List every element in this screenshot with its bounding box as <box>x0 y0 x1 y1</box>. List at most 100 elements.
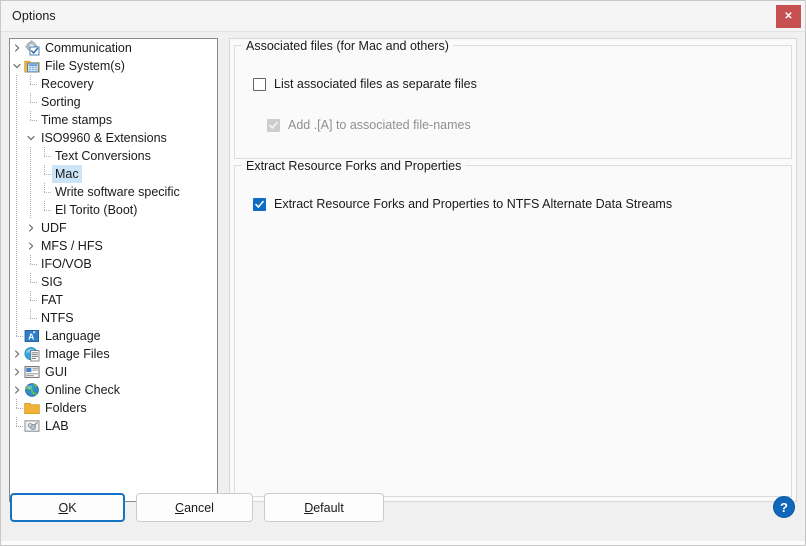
chevron-down-icon[interactable] <box>10 57 24 75</box>
tree-item-label: IFO/VOB <box>41 257 92 271</box>
tree-item-recovery[interactable]: Recovery <box>10 75 217 93</box>
tree-indent-guide <box>10 219 24 237</box>
settings-tree[interactable]: Communication File System(s) Recovery Sorti… <box>9 38 218 502</box>
tree-item-label: ISO9960 & Extensions <box>41 131 167 145</box>
tree-indent-guide <box>24 147 38 165</box>
chevron-right-icon[interactable] <box>10 39 24 57</box>
default-button[interactable]: Default <box>264 493 384 522</box>
dialog-content: Communication File System(s) Recovery Sorti… <box>1 32 805 545</box>
checkbox-box[interactable] <box>267 118 280 132</box>
gui-window-icon <box>24 364 40 380</box>
tree-item-text-conversions[interactable]: Text Conversions <box>10 147 217 165</box>
tree-indent-guide <box>10 309 24 327</box>
chevron-right-icon[interactable] <box>10 363 24 381</box>
default-label: efault <box>313 500 344 515</box>
globe-icon <box>24 382 40 398</box>
tree-item-label: Write software specific <box>55 185 180 199</box>
tree-item-mfs-hfs[interactable]: MFS / HFS <box>10 237 217 255</box>
tree-item-label: El Torito (Boot) <box>55 203 138 217</box>
tree-item-image-files[interactable]: Image Files <box>10 345 217 363</box>
tree-item-label: Time stamps <box>41 113 113 127</box>
tree-item-label: LAB <box>45 419 69 433</box>
language-icon: A * <box>24 328 40 344</box>
tree-branch-line <box>24 273 38 291</box>
cancel-button[interactable]: Cancel <box>136 493 253 522</box>
window-title: Options <box>12 9 56 23</box>
tree-branch-line <box>24 75 38 93</box>
lab-icon <box>24 418 40 434</box>
cancel-accel: C <box>175 500 185 515</box>
tree-indent-guide <box>10 165 24 183</box>
tree-branch-line <box>24 111 38 129</box>
tree-branch-line <box>38 147 52 165</box>
group-extract-resource-forks: Extract Resource Forks and Properties Ex… <box>234 159 792 497</box>
ok-button[interactable]: OK <box>10 493 125 522</box>
tree-item-el-torito-boot[interactable]: El Torito (Boot) <box>10 201 217 219</box>
tree-branch-line <box>24 93 38 111</box>
gear-checkbox-icon <box>24 40 40 56</box>
ok-label: K <box>68 500 77 515</box>
tree-branch-line <box>38 201 52 219</box>
chevron-right-icon[interactable] <box>24 219 38 237</box>
tree-item-sorting[interactable]: Sorting <box>10 93 217 111</box>
checkbox-box[interactable] <box>253 77 266 91</box>
checkbox-list-associated-files[interactable]: List associated files as separate files <box>253 77 477 91</box>
tree-item-label: Recovery <box>41 77 94 91</box>
tree-item-label: Mac <box>52 165 82 183</box>
tree-indent-guide <box>10 129 24 147</box>
folder-grid-icon <box>24 58 40 74</box>
dialog-button-bar: OK Cancel Default ? <box>1 485 805 545</box>
checkbox-label: Add .[A] to associated file-names <box>288 118 471 132</box>
tree-item-write-software-specific[interactable]: Write software specific <box>10 183 217 201</box>
tree-indent-guide <box>10 237 24 255</box>
tree-branch-line <box>38 183 52 201</box>
checkbox-label: Extract Resource Forks and Properties to… <box>274 197 673 211</box>
tree-indent-guide <box>10 75 24 93</box>
tree-item-label: GUI <box>45 365 68 379</box>
chevron-right-icon[interactable] <box>10 381 24 399</box>
default-accel: D <box>304 500 314 515</box>
tree-branch-line <box>24 309 38 327</box>
tree-item-sig[interactable]: SIG <box>10 273 217 291</box>
checkbox-extract-to-ntfs-ads[interactable]: Extract Resource Forks and Properties to… <box>253 197 672 211</box>
tree-item-online-check[interactable]: Online Check <box>10 381 217 399</box>
tree-indent-guide <box>10 183 24 201</box>
tree-item-language[interactable]: A * Language <box>10 327 217 345</box>
tree-item-communication[interactable]: Communication <box>10 39 217 57</box>
tree-item-mac[interactable]: Mac <box>10 165 217 183</box>
checkbox-add-a-suffix[interactable]: Add .[A] to associated file-names <box>267 118 471 132</box>
tree-item-ntfs[interactable]: NTFS <box>10 309 217 327</box>
status-strip <box>1 541 805 545</box>
tree-item-label: UDF <box>41 221 67 235</box>
tree-branch-line <box>10 417 24 435</box>
tree-item-folders[interactable]: Folders <box>10 399 217 417</box>
chevron-right-icon[interactable] <box>10 345 24 363</box>
tree-item-fat[interactable]: FAT <box>10 291 217 309</box>
tree-item-iso9960-extensions[interactable]: ISO9960 & Extensions <box>10 129 217 147</box>
tree-indent-guide <box>10 273 24 291</box>
tree-branch-line <box>38 165 52 183</box>
tree-item-label: Image Files <box>45 347 110 361</box>
tree-indent-guide <box>10 291 24 309</box>
group-associated-files-title: Associated files (for Mac and others) <box>242 39 453 53</box>
tree-item-udf[interactable]: UDF <box>10 219 217 237</box>
close-icon[interactable]: ✕ <box>776 5 801 28</box>
tree-indent-guide <box>24 183 38 201</box>
tree-item-label: File System(s) <box>45 59 125 73</box>
tree-indent-guide <box>10 147 24 165</box>
tree-item-gui[interactable]: GUI <box>10 363 217 381</box>
chevron-right-icon[interactable] <box>24 237 38 255</box>
tree-item-time-stamps[interactable]: Time stamps <box>10 111 217 129</box>
tree-item-lab[interactable]: LAB <box>10 417 217 435</box>
tree-item-ifo-vob[interactable]: IFO/VOB <box>10 255 217 273</box>
cancel-label: ancel <box>184 500 214 515</box>
tree-item-label: NTFS <box>41 311 74 325</box>
tree-item-file-system-s[interactable]: File System(s) <box>10 57 217 75</box>
tree-item-label: Online Check <box>45 383 121 397</box>
chevron-down-icon[interactable] <box>24 129 38 147</box>
ok-accel: O <box>58 500 69 515</box>
tree-indent-guide <box>10 201 24 219</box>
folder-icon <box>24 400 40 416</box>
checkbox-box[interactable] <box>253 197 266 211</box>
help-icon[interactable]: ? <box>773 496 795 518</box>
